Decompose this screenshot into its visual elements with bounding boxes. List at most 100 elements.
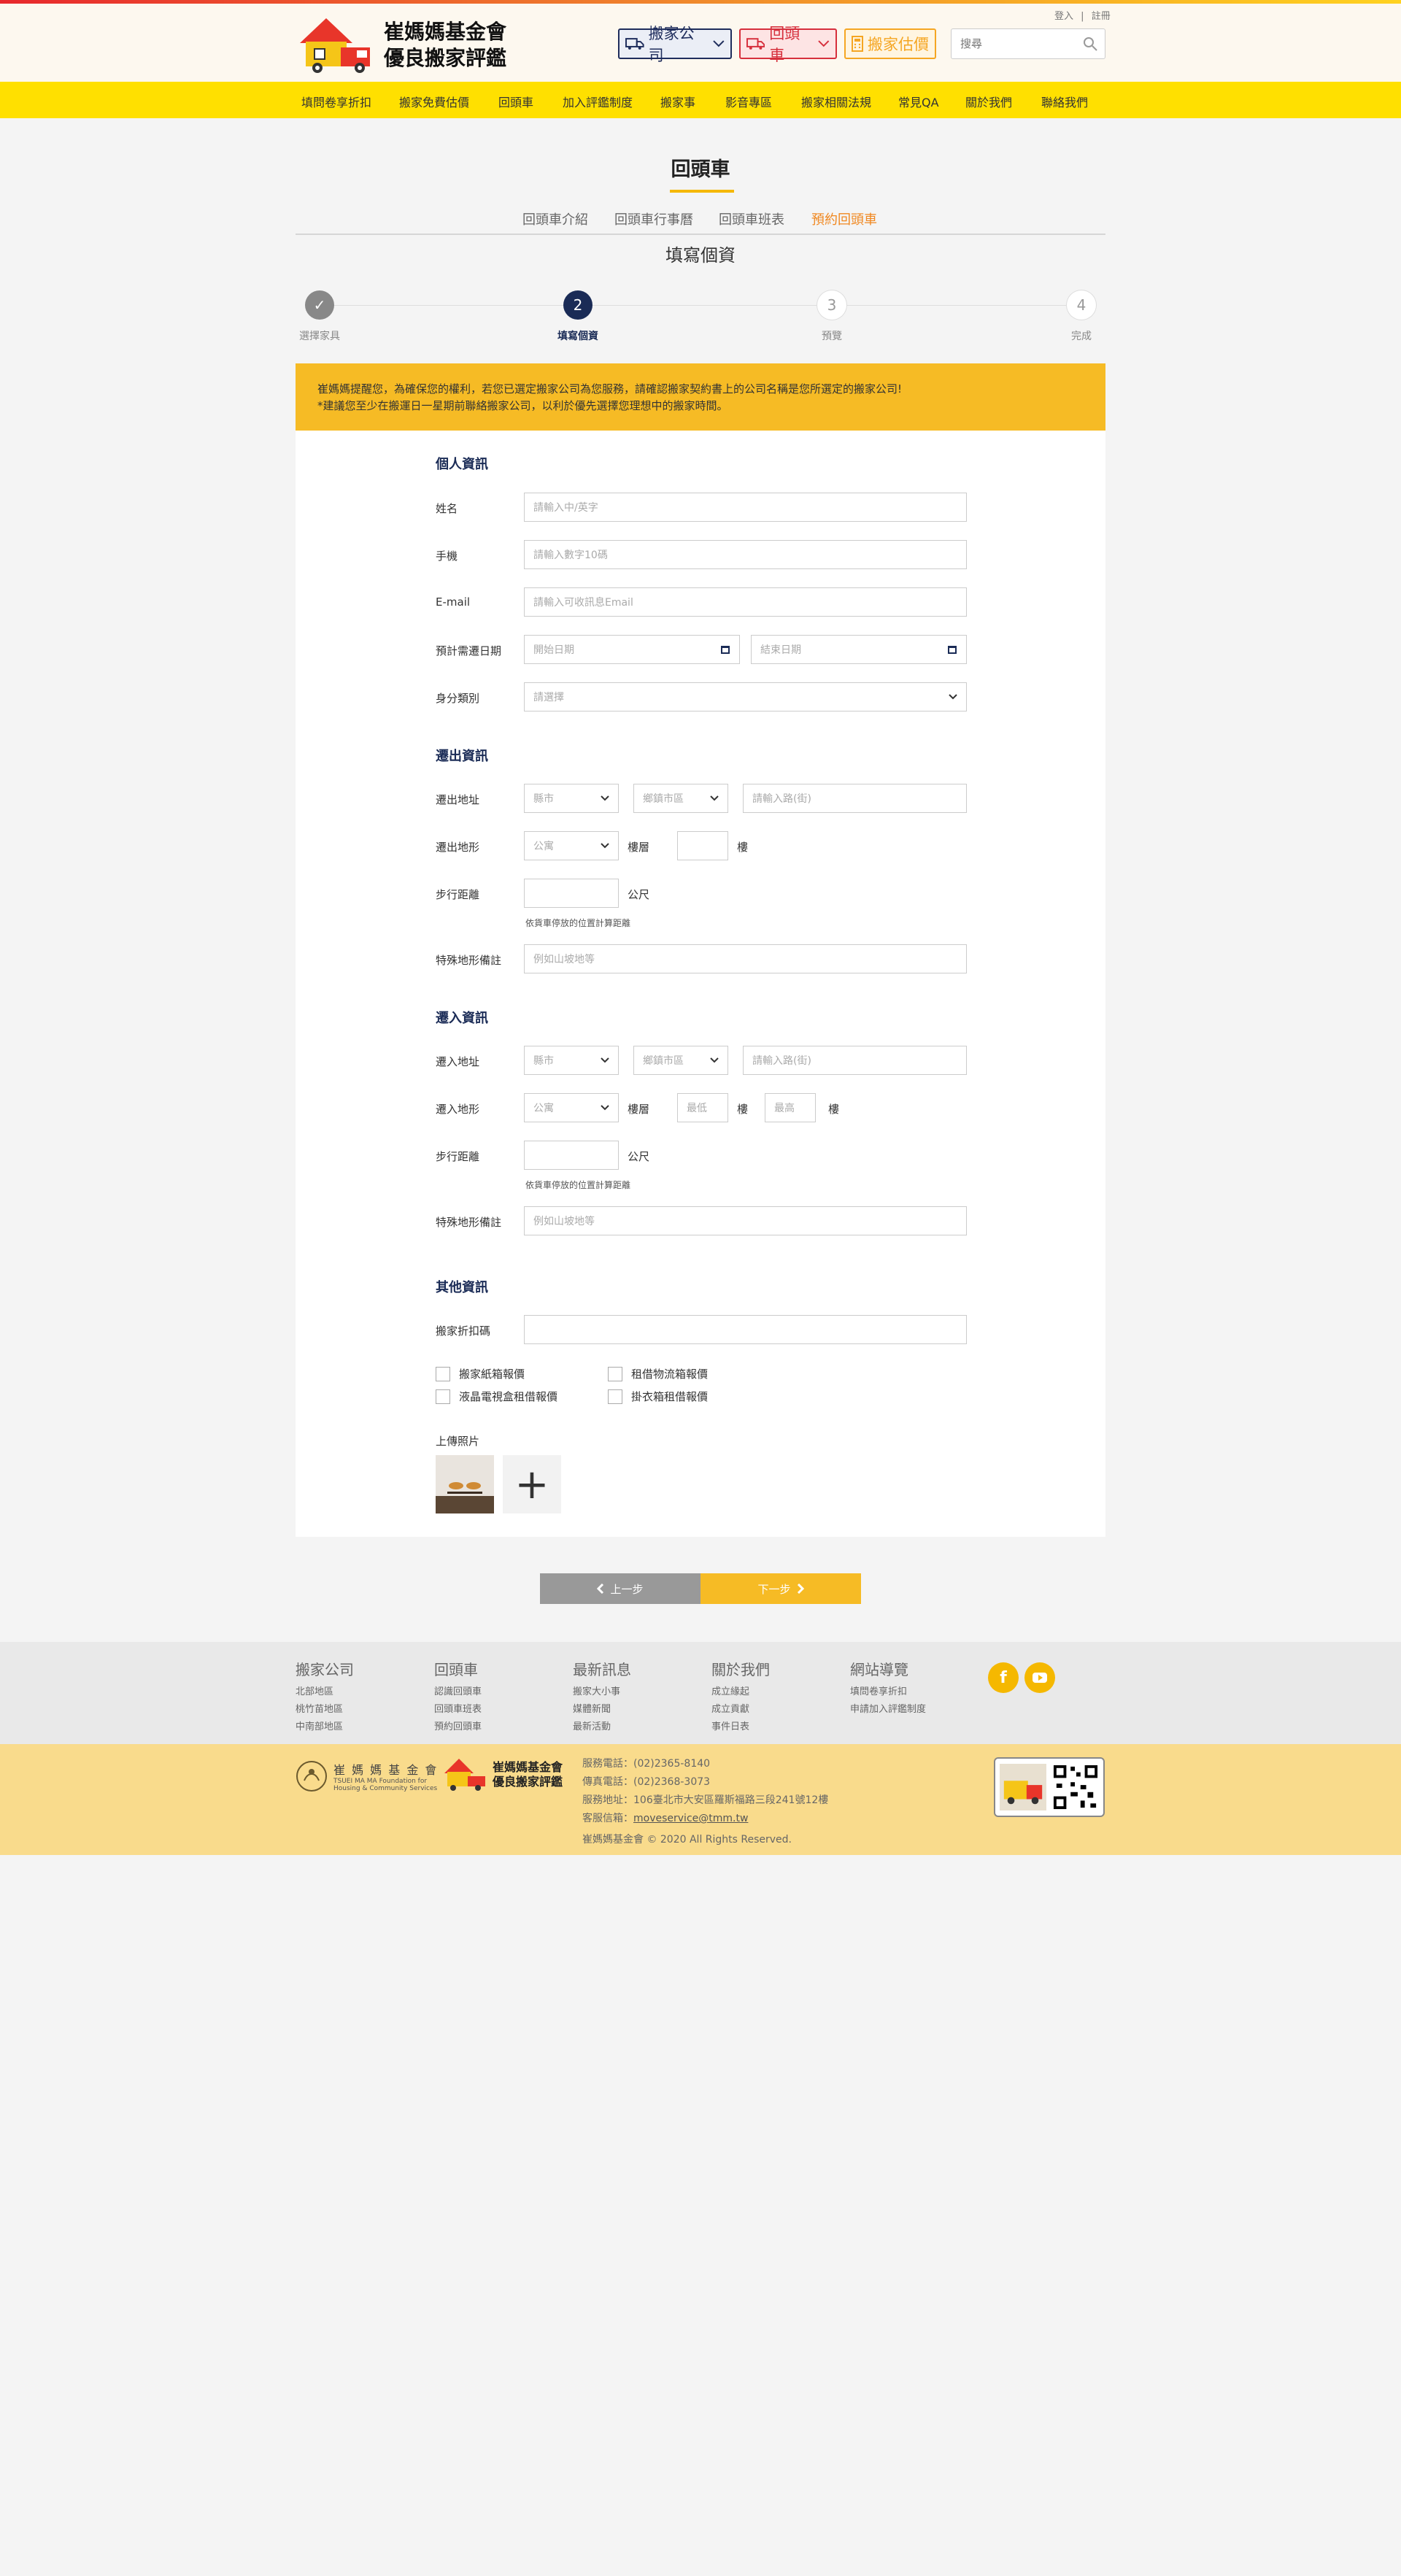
chevron-down-icon	[601, 795, 609, 801]
contact-address: 服務地址：106臺北市大安區羅斯福路三段241號12樓	[582, 1794, 829, 1806]
out-floor-input[interactable]	[677, 831, 728, 860]
footer-link[interactable]: 媒體新聞	[573, 1701, 631, 1719]
in-walk-input[interactable]	[524, 1141, 619, 1170]
name-input[interactable]: 請輸入中/英字	[524, 493, 967, 522]
chevron-down-icon	[601, 1105, 609, 1111]
uploaded-photo-thumbnail[interactable]	[436, 1455, 494, 1513]
footer-link[interactable]: 申請加入評鑑制度	[850, 1701, 926, 1719]
contact-info: 服務電話：(02)2365-8140 傳真電話：(02)2368-3073 服務…	[582, 1755, 828, 1849]
qr-code-icon[interactable]	[1052, 1763, 1099, 1811]
out-terrain-placeholder: 公寓	[533, 841, 554, 852]
subnav-booking[interactable]: 預約回頭車	[811, 209, 877, 228]
footer-col-title[interactable]: 網站導覽	[850, 1658, 926, 1679]
end-date-placeholder: 結束日期	[760, 644, 801, 656]
checkbox-box[interactable]	[436, 1366, 450, 1381]
foundation-logo[interactable]: 崔 媽 媽 基 金 會 TSUEI MA MA Foundation for H…	[296, 1760, 438, 1792]
phone-input[interactable]: 請輸入數字10碼	[524, 540, 967, 569]
subnav-intro[interactable]: 回頭車介紹	[522, 209, 588, 228]
in-road-input[interactable]: 請輸入路(街)	[743, 1046, 967, 1075]
footer-link[interactable]: 成立緣起	[711, 1684, 770, 1701]
estimate-button[interactable]: 搬家估價	[844, 28, 936, 59]
footer-link[interactable]: 北部地區	[296, 1684, 354, 1701]
nav-return-truck[interactable]: 回頭車	[498, 93, 533, 110]
nav-moving-matters[interactable]: 搬家事	[660, 93, 695, 110]
nav-contact[interactable]: 聯絡我們	[1041, 93, 1088, 110]
email-input[interactable]: 請輸入可收訊息Email	[524, 587, 967, 617]
add-photo-button[interactable]: +	[503, 1455, 561, 1513]
footer-col-title[interactable]: 回頭車	[434, 1658, 482, 1679]
identity-select[interactable]: 請選擇	[524, 682, 967, 712]
subnav-divider	[296, 234, 1105, 235]
nav-video[interactable]: 影音專區	[725, 93, 772, 110]
out-road-input[interactable]: 請輸入路(街)	[743, 784, 967, 813]
start-date-input[interactable]: 開始日期	[524, 635, 740, 664]
contact-email-link[interactable]: moveservice@tmm.tw	[633, 1813, 748, 1824]
subnav-schedule[interactable]: 回頭車班表	[719, 209, 784, 228]
out-note-input[interactable]: 例如山坡地等	[524, 944, 967, 973]
nav-free-estimate[interactable]: 搬家免費估價	[399, 93, 469, 110]
in-terrain-select[interactable]: 公寓	[524, 1093, 619, 1122]
footer-link[interactable]: 最新活動	[573, 1719, 631, 1736]
in-note-label: 特殊地形備註	[436, 1216, 502, 1229]
in-floor-max-input[interactable]: 最高	[765, 1093, 816, 1122]
notice-line-2: *建議您至少在搬運日一星期前聯絡搬家公司，以利於優先選擇您理想中的搬家時間。	[317, 399, 728, 412]
subnav-calendar[interactable]: 回頭車行事曆	[614, 209, 693, 228]
in-address-label: 遷入地址	[436, 1055, 480, 1068]
checkbox-wardrobe-box-quote[interactable]: 掛衣箱租借報價	[608, 1389, 708, 1404]
in-walk-label: 步行距離	[436, 1150, 480, 1163]
checkbox-box[interactable]	[608, 1389, 622, 1404]
checkbox-logistics-box-quote[interactable]: 租借物流箱報價	[608, 1366, 708, 1381]
nav-join-evaluation[interactable]: 加入評鑑制度	[563, 93, 633, 110]
return-truck-button[interactable]: 回頭車	[739, 25, 837, 64]
footer-link[interactable]: 桃竹苗地區	[296, 1701, 354, 1719]
youtube-icon[interactable]	[1024, 1662, 1055, 1693]
footer-col-title[interactable]: 最新訊息	[573, 1658, 631, 1679]
site-logo[interactable]: 崔媽媽基金會 優良搬家評鑑	[296, 14, 522, 75]
prev-step-button[interactable]: 上一步	[540, 1573, 700, 1604]
footer-link[interactable]: 填問卷享折扣	[850, 1684, 926, 1701]
moving-company-button[interactable]: 搬家公司	[618, 25, 732, 64]
checkbox-tv-box-quote[interactable]: 液晶電視盒租借報價	[436, 1389, 557, 1404]
footer-col-title[interactable]: 關於我們	[711, 1658, 770, 1679]
search-input[interactable]	[952, 29, 1076, 58]
in-terrain-label: 遷入地形	[436, 1103, 480, 1116]
in-city-select[interactable]: 縣市	[524, 1046, 619, 1075]
facebook-icon[interactable]: f	[988, 1662, 1019, 1693]
in-district-select[interactable]: 鄉鎮市區	[633, 1046, 728, 1075]
footer-link[interactable]: 搬家大小事	[573, 1684, 631, 1701]
search-icon[interactable]	[1083, 36, 1097, 51]
out-terrain-select[interactable]: 公寓	[524, 831, 619, 860]
nav-regulations[interactable]: 搬家相關法規	[801, 93, 871, 110]
in-floor-max-unit: 樓	[828, 1103, 840, 1116]
footer-link[interactable]: 事件日表	[711, 1719, 770, 1736]
checkbox-carton-quote[interactable]: 搬家紙箱報價	[436, 1366, 525, 1381]
foundation-text: 崔 媽 媽 基 金 會 TSUEI MA MA Foundation for H…	[333, 1760, 438, 1792]
discount-input[interactable]	[524, 1315, 967, 1344]
out-walk-unit: 公尺	[628, 888, 650, 901]
nav-faq[interactable]: 常見QA	[898, 93, 939, 110]
register-link[interactable]: 註冊	[1092, 11, 1111, 22]
footer-link[interactable]: 回頭車班表	[434, 1701, 482, 1719]
footer-link[interactable]: 預約回頭車	[434, 1719, 482, 1736]
footer-link[interactable]: 成立貢獻	[711, 1701, 770, 1719]
out-district-select[interactable]: 鄉鎮市區	[633, 784, 728, 813]
house-truck-logo-icon	[300, 18, 370, 73]
next-step-button[interactable]: 下一步	[700, 1573, 861, 1604]
out-city-select[interactable]: 縣市	[524, 784, 619, 813]
login-link[interactable]: 登入	[1054, 11, 1073, 22]
out-walk-input[interactable]	[524, 879, 619, 908]
in-floor-label: 樓層	[628, 1103, 650, 1116]
chevron-left-icon	[597, 1584, 604, 1594]
nav-survey-discount[interactable]: 填問卷享折扣	[301, 93, 371, 110]
footer-link[interactable]: 認識回頭車	[434, 1684, 482, 1701]
chevron-right-icon	[797, 1584, 804, 1594]
nav-about[interactable]: 關於我們	[965, 93, 1012, 110]
footer-link[interactable]: 中南部地區	[296, 1719, 354, 1736]
in-note-input[interactable]: 例如山坡地等	[524, 1206, 967, 1235]
footer-evaluation-logo[interactable]: 崔媽媽基金會 優良搬家評鑑	[441, 1756, 563, 1794]
checkbox-box[interactable]	[608, 1366, 622, 1381]
in-floor-min-input[interactable]: 最低	[677, 1093, 728, 1122]
end-date-input[interactable]: 結束日期	[751, 635, 967, 664]
footer-col-title[interactable]: 搬家公司	[296, 1658, 354, 1679]
checkbox-box[interactable]	[436, 1389, 450, 1404]
